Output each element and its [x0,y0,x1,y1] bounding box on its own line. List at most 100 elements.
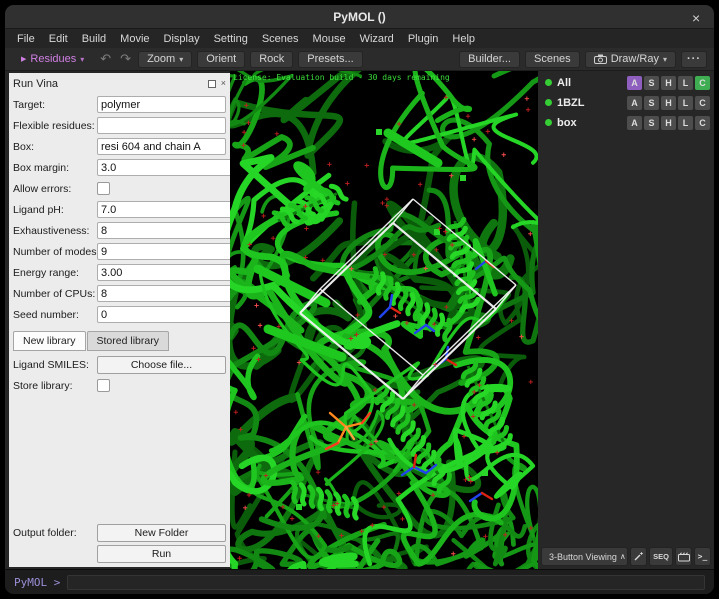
menu-item-mouse[interactable]: Mouse [306,31,353,47]
form-row-num-modes: Number of modes: ▲ ▼ [13,243,226,261]
main-area: Run Vina × Target: Flexible residues: Bo… [5,71,714,569]
menubar: File Edit Build Movie Display Setting Sc… [5,29,714,48]
panel-title: Run Vina [13,78,203,90]
num-modes-label: Number of modes: [13,246,97,258]
tab-new-library[interactable]: New library [13,331,86,351]
object-name[interactable]: 1BZL [557,97,625,109]
float-panel-icon[interactable] [208,80,216,88]
zoom-button[interactable]: Zoom ▾ [138,51,192,68]
menu-item-setting[interactable]: Setting [207,31,255,47]
box-margin-label: Box margin: [13,162,97,174]
new-folder-button[interactable]: New Folder [97,524,226,542]
object-row-all[interactable]: All A S H L C [545,74,710,91]
orient-button[interactable]: Orient [197,51,245,68]
store-library-checkbox[interactable] [97,379,110,392]
draw-ray-button[interactable]: Draw/Ray ▾ [585,51,676,68]
feedback-text: License: Evaluation build - 30 days rema… [233,73,538,82]
hide-menu-button[interactable]: H [661,116,676,130]
menu-item-help[interactable]: Help [445,31,482,47]
label-menu-button[interactable]: L [678,96,693,110]
presets-button[interactable]: Presets... [298,51,362,68]
object-enabled-dot [545,79,552,86]
form-row-smiles: Ligand SMILES: Choose file... [13,356,226,374]
undo-button[interactable]: ↶ [98,52,113,67]
caret-up-icon: ∧ [620,552,626,561]
movie-button[interactable] [675,547,692,566]
show-menu-button[interactable]: S [644,76,659,90]
show-menu-button[interactable]: S [644,116,659,130]
hide-menu-button[interactable]: H [661,96,676,110]
menu-item-build[interactable]: Build [75,31,113,47]
action-menu-button[interactable]: A [627,96,642,110]
menu-item-display[interactable]: Display [157,31,207,47]
color-menu-button[interactable]: C [695,76,710,90]
sidebar-bottom-bar: 3-Button Viewing ∧ SEQ >_ [541,547,711,566]
menu-item-scenes[interactable]: Scenes [255,31,306,47]
form-row-run: Run [13,545,226,563]
terminal-button[interactable]: >_ [694,547,711,566]
selection-mode-label: Residues [30,53,76,65]
mouse-mode-label: 3-Button Viewing [549,552,617,562]
mouse-mode-button[interactable]: 3-Button Viewing ∧ [541,547,628,566]
chevron-down-icon: ▾ [80,55,84,64]
allow-errors-checkbox[interactable] [97,182,110,195]
target-input[interactable] [97,96,226,113]
close-panel-icon[interactable]: × [221,79,226,88]
run-button[interactable]: Run [97,545,226,563]
menu-item-wizard[interactable]: Wizard [353,31,401,47]
builder-button[interactable]: Builder... [459,51,520,68]
allow-errors-label: Allow errors: [13,183,97,195]
tab-stored-library[interactable]: Stored library [87,331,169,351]
magic-wand-button[interactable] [630,547,647,566]
color-menu-button[interactable]: C [695,96,710,110]
form-row-store-library: Store library: [13,377,226,395]
rock-button[interactable]: Rock [250,51,293,68]
box-input[interactable] [97,138,226,155]
object-enabled-dot [545,99,552,106]
object-name[interactable]: box [557,117,625,129]
object-row-box[interactable]: box A S H L C [545,114,710,131]
object-name[interactable]: All [557,77,625,89]
titlebar[interactable]: PyMOL () × [5,5,714,29]
selection-mode-button[interactable]: ▶ Residues ▾ [12,51,93,68]
command-input[interactable] [67,575,705,590]
menu-item-plugin[interactable]: Plugin [401,31,446,47]
seq-button[interactable]: SEQ [649,547,673,566]
toolbar: ▶ Residues ▾ ↶ ↷ Zoom ▾ Orient Rock Pres… [5,48,714,71]
command-prompt-label: PyMOL > [14,576,60,589]
command-bar: PyMOL > [5,569,714,594]
library-tabs: New library Stored library [13,331,226,351]
redo-button[interactable]: ↷ [118,52,133,67]
form-row-box: Box: [13,138,226,156]
action-menu-button[interactable]: A [627,116,642,130]
molecular-viewport-canvas[interactable] [230,71,538,569]
play-icon: ▶ [21,55,26,63]
ligand-ph-label: Ligand pH: [13,204,97,216]
exhaustiveness-label: Exhaustiveness: [13,225,97,237]
store-library-label: Store library: [13,380,97,392]
form-row-target: Target: [13,96,226,114]
panel-header: Run Vina × [13,76,226,91]
magic-wand-icon [633,551,644,562]
close-window-button[interactable]: × [686,5,706,29]
menu-item-movie[interactable]: Movie [113,31,156,47]
molecular-viewport[interactable]: License: Evaluation build - 30 days rema… [230,71,538,569]
flexible-residues-input[interactable] [97,117,226,134]
choose-file-button[interactable]: Choose file... [97,356,226,374]
scenes-button[interactable]: Scenes [525,51,580,68]
object-sidebar: All A S H L C 1BZL A S H L C box A S [538,71,714,569]
more-options-button[interactable]: ··· [681,51,707,68]
show-menu-button[interactable]: S [644,96,659,110]
hide-menu-button[interactable]: H [661,76,676,90]
object-enabled-dot [545,119,552,126]
menu-item-edit[interactable]: Edit [42,31,75,47]
label-menu-button[interactable]: L [678,116,693,130]
form-row-output-folder: Output folder: New Folder [13,524,226,542]
color-menu-button[interactable]: C [695,116,710,130]
action-menu-button[interactable]: A [627,76,642,90]
object-row-1bzl[interactable]: 1BZL A S H L C [545,94,710,111]
menu-item-file[interactable]: File [10,31,42,47]
movie-icon [678,552,690,562]
form-row-box-margin: Box margin: ▲ ▼ [13,159,226,177]
label-menu-button[interactable]: L [678,76,693,90]
